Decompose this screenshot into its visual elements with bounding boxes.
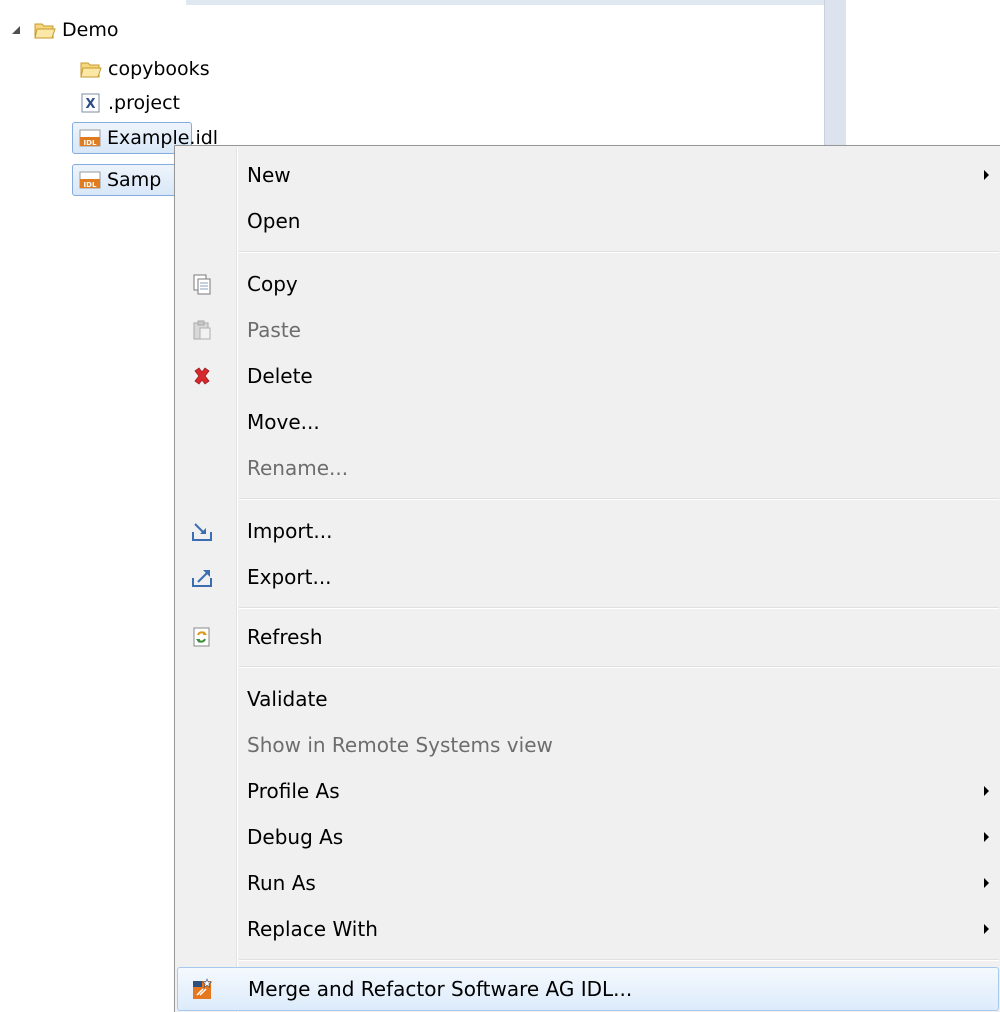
menu-item-delete[interactable]: Delete bbox=[177, 353, 999, 399]
menu-item-profile-as[interactable]: Profile As bbox=[177, 768, 999, 814]
refresh-icon bbox=[193, 627, 210, 647]
menu-item-label: Open bbox=[247, 209, 301, 233]
menu-item-copy[interactable]: Copy bbox=[177, 261, 999, 307]
menu-item-show-in-remote-systems[interactable]: Show in Remote Systems view bbox=[177, 722, 999, 768]
menu-item-run-as[interactable]: Run As bbox=[177, 860, 999, 906]
menu-item-label: Paste bbox=[247, 318, 301, 342]
menu-separator bbox=[239, 251, 999, 253]
paste-icon bbox=[193, 320, 211, 340]
menu-item-label: Replace With bbox=[247, 917, 378, 941]
tree-item-sample-idl[interactable]: IDL Samp bbox=[72, 164, 180, 196]
menu-item-label: Validate bbox=[247, 687, 328, 711]
menu-separator bbox=[239, 666, 999, 668]
menu-item-merge-and-refactor[interactable]: Merge and Refactor Software AG IDL... bbox=[177, 967, 999, 1011]
tree-item-demo[interactable]: Demo bbox=[34, 14, 118, 46]
menu-item-label: Copy bbox=[247, 272, 298, 296]
svg-text:X: X bbox=[85, 97, 95, 112]
merge-refactor-icon bbox=[193, 978, 213, 999]
submenu-arrow-icon bbox=[984, 832, 989, 842]
menu-item-import[interactable]: Import... bbox=[177, 508, 999, 554]
menu-item-refresh[interactable]: Refresh bbox=[177, 614, 999, 660]
menu-item-label: Rename... bbox=[247, 456, 349, 480]
menu-item-debug-as[interactable]: Debug As bbox=[177, 814, 999, 860]
submenu-arrow-icon bbox=[984, 924, 989, 934]
svg-text:IDL: IDL bbox=[84, 139, 97, 147]
idl-file-icon: IDL bbox=[79, 171, 101, 189]
menu-item-move[interactable]: Move... bbox=[177, 399, 999, 445]
menu-item-label: Show in Remote Systems view bbox=[247, 733, 553, 757]
tree-item-copybooks[interactable]: copybooks bbox=[80, 53, 210, 85]
tree-item-label: .project bbox=[108, 92, 180, 114]
menu-item-validate[interactable]: Validate bbox=[177, 676, 999, 722]
idl-file-icon: IDL bbox=[79, 129, 101, 147]
menu-item-label: Export... bbox=[247, 565, 332, 589]
delete-icon bbox=[194, 367, 210, 385]
submenu-arrow-icon bbox=[984, 786, 989, 796]
menu-item-replace-with[interactable]: Replace With bbox=[177, 906, 999, 952]
tree-item-label: Samp bbox=[107, 169, 162, 191]
menu-item-export[interactable]: Export... bbox=[177, 554, 999, 600]
export-icon bbox=[192, 570, 212, 587]
menu-item-label: Delete bbox=[247, 364, 313, 388]
import-icon bbox=[192, 523, 212, 541]
menu-item-label: Refresh bbox=[247, 625, 323, 649]
tree-item-label: Demo bbox=[62, 19, 119, 41]
menu-separator bbox=[239, 498, 999, 500]
xml-file-icon: X bbox=[81, 93, 100, 113]
menu-item-open[interactable]: Open bbox=[177, 198, 999, 244]
menu-item-label: Debug As bbox=[247, 825, 344, 849]
svg-text:IDL: IDL bbox=[84, 181, 97, 189]
menu-item-label: New bbox=[247, 163, 291, 187]
menu-item-label: Run As bbox=[247, 871, 316, 895]
menu-separator bbox=[239, 959, 999, 961]
menu-item-label: Import... bbox=[247, 519, 333, 543]
context-menu: New Open Copy Paste Delete Move... Renam… bbox=[174, 145, 1000, 1012]
tree-item-label: copybooks bbox=[108, 58, 210, 80]
submenu-arrow-icon bbox=[984, 170, 989, 180]
menu-item-label: Merge and Refactor Software AG IDL... bbox=[248, 977, 633, 1001]
menu-item-paste[interactable]: Paste bbox=[177, 307, 999, 353]
menu-item-label: Profile As bbox=[247, 779, 340, 803]
menu-item-rename[interactable]: Rename... bbox=[177, 445, 999, 491]
view-top-border bbox=[186, 0, 824, 5]
menu-separator bbox=[239, 607, 999, 609]
vertical-scrollbar[interactable] bbox=[824, 0, 846, 148]
folder-open-icon bbox=[34, 23, 56, 39]
collapse-arrow-icon[interactable] bbox=[10, 24, 22, 36]
folder-open-icon bbox=[80, 62, 102, 78]
tree-item-project[interactable]: X .project bbox=[80, 87, 180, 119]
menu-item-new[interactable]: New bbox=[177, 152, 999, 198]
submenu-arrow-icon bbox=[984, 878, 989, 888]
menu-item-label: Move... bbox=[247, 410, 320, 434]
copy-icon bbox=[193, 274, 211, 295]
